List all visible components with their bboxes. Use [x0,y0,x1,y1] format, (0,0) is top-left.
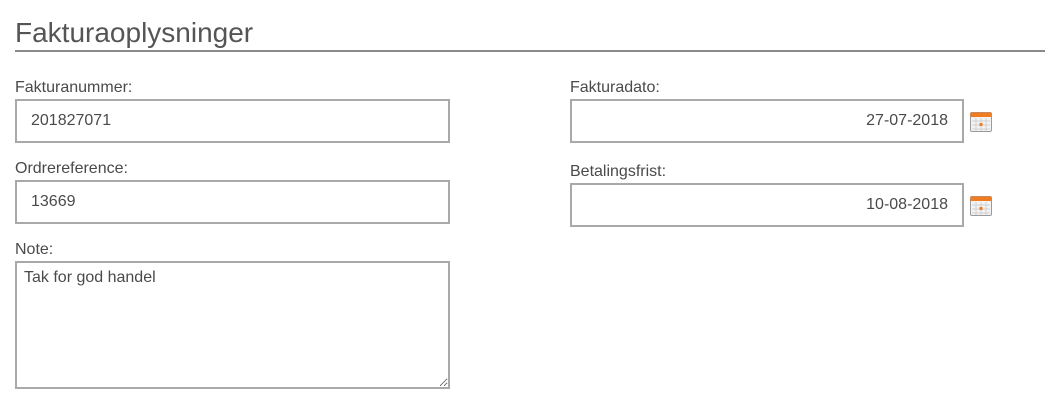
invoice-date-calendar-button[interactable] [969,110,993,134]
note-label: Note: [15,241,54,258]
invoice-date-label: Fakturadato: [570,79,660,96]
due-date-calendar-button[interactable] [969,194,993,218]
calendar-icon [970,196,992,216]
calendar-icon [970,112,992,132]
order-reference-label: Ordrereference: [15,160,128,177]
section-divider [15,50,1045,52]
invoice-number-label: Fakturanummer: [15,79,133,96]
due-date-label: Betalingsfrist: [570,163,667,180]
invoice-date-input[interactable] [570,99,964,143]
invoice-number-input[interactable] [15,99,450,143]
note-textarea[interactable]: Tak for god handel [15,261,450,389]
section-title: Fakturaoplysninger [15,17,254,48]
order-reference-input[interactable] [15,180,450,224]
due-date-input[interactable] [570,183,964,227]
